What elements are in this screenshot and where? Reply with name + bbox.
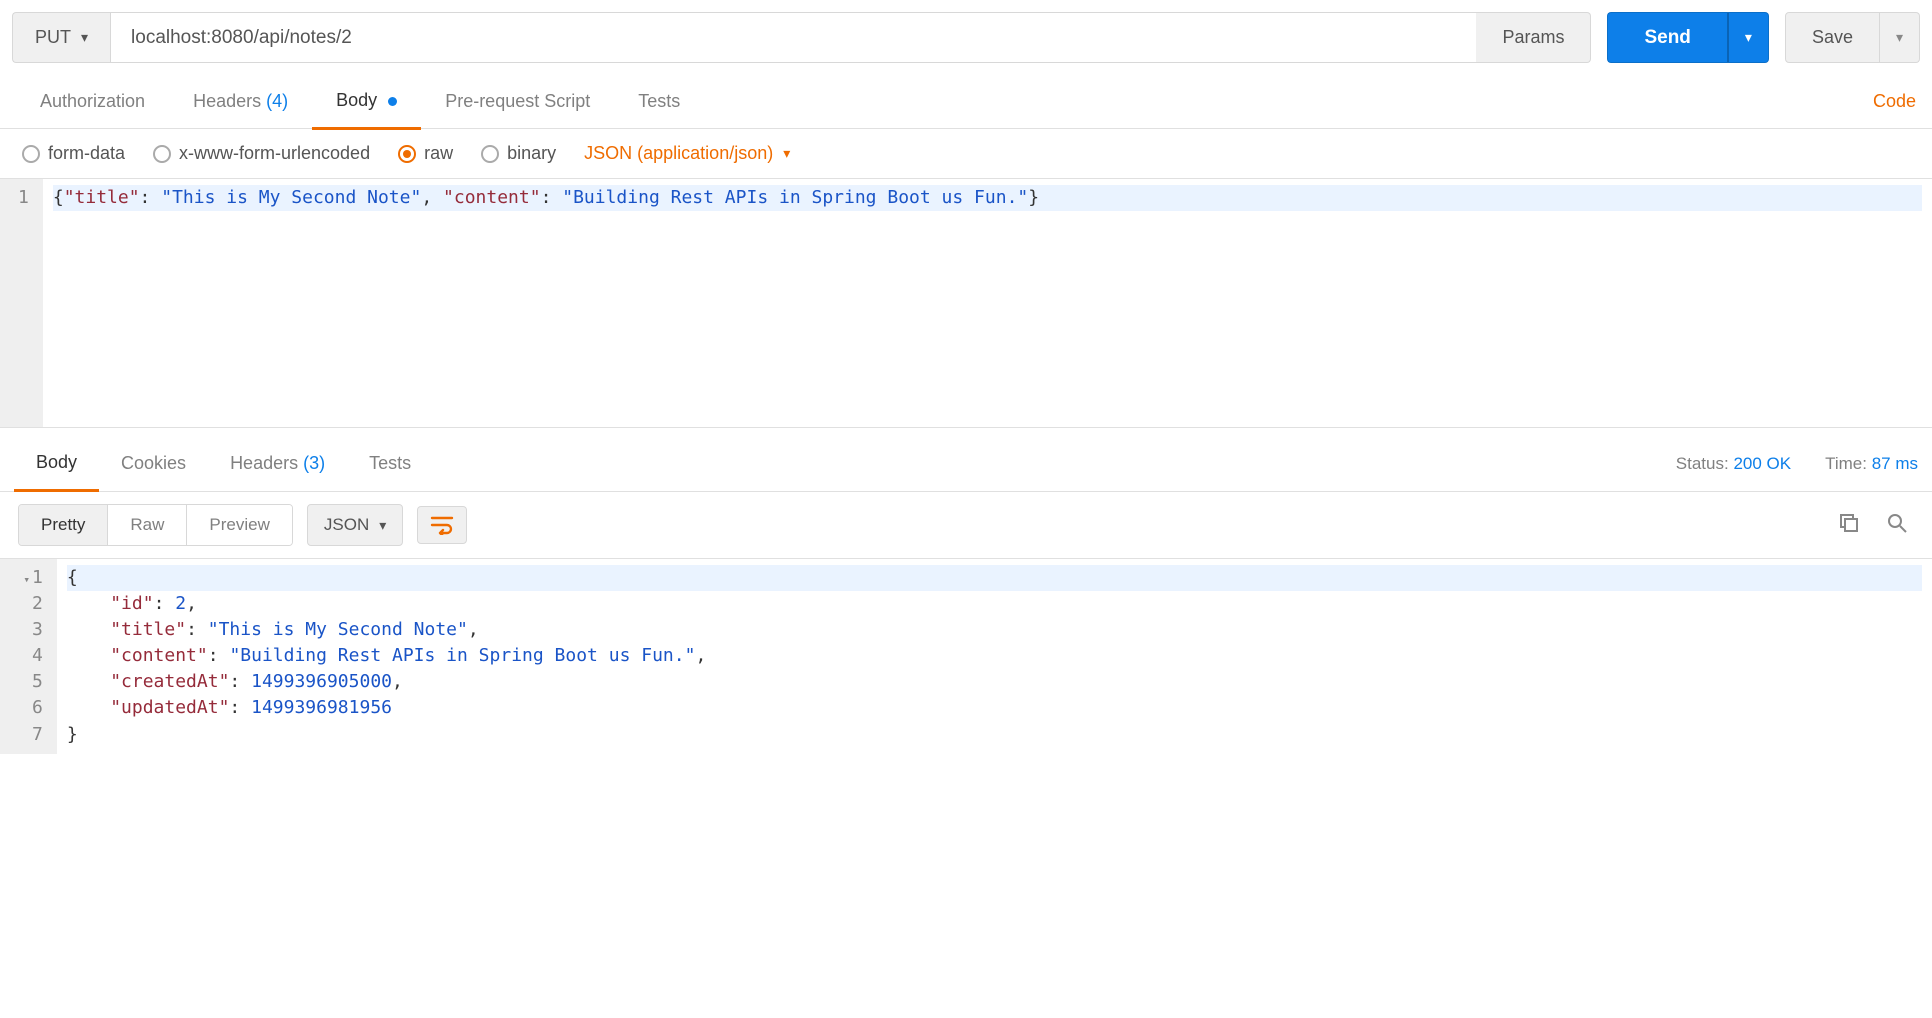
view-mode-segment: Pretty Raw Preview (18, 504, 293, 546)
tab-pre-request[interactable]: Pre-request Script (421, 75, 614, 128)
method-label: PUT (35, 27, 71, 48)
time-value: 87 ms (1872, 454, 1918, 473)
editor-gutter: ▾1234567 (0, 559, 57, 754)
tab-body[interactable]: Body (312, 74, 421, 130)
chevron-down-icon: ▾ (783, 145, 790, 162)
tab-headers-count: (4) (266, 91, 288, 111)
method-select[interactable]: PUT ▾ (12, 12, 110, 63)
resp-headers-count: (3) (303, 453, 325, 473)
editor-content[interactable]: {"title": "This is My Second Note", "con… (43, 179, 1932, 427)
status-block: Status: 200 OK (1676, 454, 1791, 474)
time-label: Time: (1825, 454, 1867, 473)
format-select[interactable]: JSON ▾ (307, 504, 403, 546)
radio-form-data[interactable]: form-data (22, 143, 125, 164)
save-group: Save ▾ (1785, 12, 1920, 63)
send-group: Send ▾ (1607, 12, 1768, 63)
radio-label: raw (424, 143, 453, 164)
copy-button[interactable] (1832, 506, 1866, 545)
time-block: Time: 87 ms (1825, 454, 1918, 474)
tab-headers-label: Headers (193, 91, 261, 111)
radio-binary[interactable]: binary (481, 143, 556, 164)
tab-headers[interactable]: Headers (4) (169, 75, 312, 128)
send-button[interactable]: Send (1607, 12, 1727, 63)
radio-label: x-www-form-urlencoded (179, 143, 370, 164)
resp-headers-label: Headers (230, 453, 298, 473)
wrap-lines-button[interactable] (417, 506, 467, 544)
content-type-select[interactable]: JSON (application/json) ▾ (584, 143, 790, 164)
chevron-down-icon: ▾ (1745, 29, 1752, 45)
editor-gutter: 1 (0, 179, 43, 427)
pretty-button[interactable]: Pretty (19, 505, 107, 545)
editor-content: { "id": 2, "title": "This is My Second N… (57, 559, 1932, 754)
resp-tab-tests[interactable]: Tests (347, 437, 433, 490)
response-meta: Status: 200 OK Time: 87 ms (1676, 454, 1918, 474)
response-body-editor[interactable]: ▾1234567 { "id": 2, "title": "This is My… (0, 559, 1932, 754)
save-dropdown-button[interactable]: ▾ (1880, 12, 1920, 63)
radio-label: binary (507, 143, 556, 164)
send-dropdown-button[interactable]: ▾ (1728, 12, 1769, 63)
request-tabs: Authorization Headers (4) Body Pre-reque… (0, 75, 1932, 129)
search-button[interactable] (1880, 506, 1914, 545)
tab-body-label: Body (336, 90, 377, 110)
radio-xwww[interactable]: x-www-form-urlencoded (153, 143, 370, 164)
resp-tab-body[interactable]: Body (14, 436, 99, 492)
url-input[interactable] (110, 12, 1480, 63)
copy-icon (1838, 512, 1860, 534)
format-label: JSON (324, 515, 369, 535)
radio-icon (153, 145, 171, 163)
wrap-icon (430, 515, 454, 535)
radio-raw[interactable]: raw (398, 143, 453, 164)
resp-tab-cookies[interactable]: Cookies (99, 437, 208, 490)
params-button[interactable]: Params (1476, 12, 1591, 63)
search-icon (1886, 512, 1908, 534)
code-link[interactable]: Code (1873, 91, 1916, 112)
body-modified-indicator (388, 97, 397, 106)
tab-authorization[interactable]: Authorization (16, 75, 169, 128)
chevron-down-icon: ▾ (379, 517, 386, 534)
radio-icon (22, 145, 40, 163)
chevron-down-icon: ▾ (1896, 29, 1903, 45)
radio-icon (398, 145, 416, 163)
status-label: Status: (1676, 454, 1729, 473)
tab-tests[interactable]: Tests (614, 75, 704, 128)
content-type-label: JSON (application/json) (584, 143, 773, 164)
chevron-down-icon: ▾ (81, 29, 88, 46)
response-toolbar: Pretty Raw Preview JSON ▾ (0, 492, 1932, 559)
request-bar: PUT ▾ Params Send ▾ Save ▾ (0, 0, 1932, 75)
preview-button[interactable]: Preview (186, 505, 291, 545)
status-value: 200 OK (1733, 454, 1791, 473)
request-body-editor[interactable]: 1 {"title": "This is My Second Note", "c… (0, 178, 1932, 428)
save-button[interactable]: Save (1785, 12, 1880, 63)
radio-icon (481, 145, 499, 163)
response-tabs: Body Cookies Headers (3) Tests Status: 2… (0, 436, 1932, 492)
body-type-row: form-data x-www-form-urlencoded raw bina… (0, 129, 1932, 178)
resp-tab-headers[interactable]: Headers (3) (208, 437, 347, 490)
radio-label: form-data (48, 143, 125, 164)
raw-button[interactable]: Raw (107, 505, 186, 545)
